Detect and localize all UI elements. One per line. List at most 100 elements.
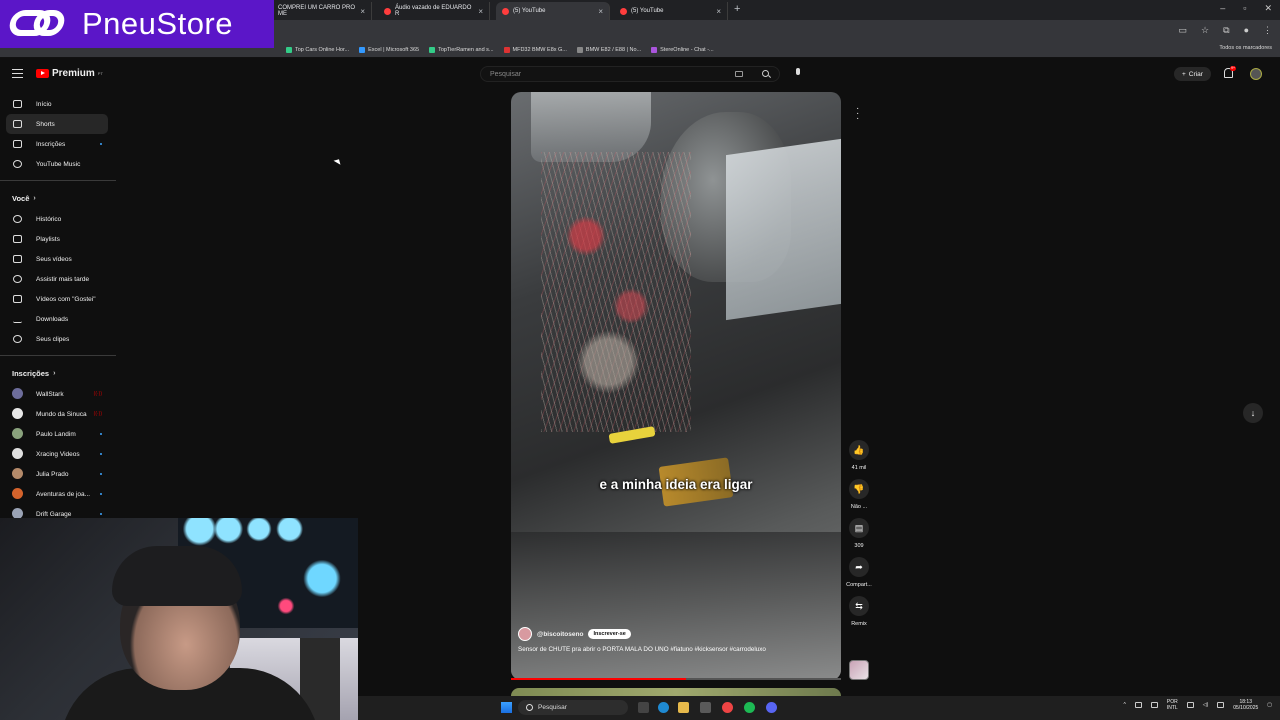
sidebar-section-voce[interactable]: Você › xyxy=(0,187,116,209)
subscription-channel[interactable]: Mundo da Sinuca ((·)) xyxy=(0,404,116,424)
keyboard-icon[interactable] xyxy=(735,71,743,77)
remix-icon[interactable]: ⇆ xyxy=(849,596,869,616)
install-app-icon[interactable]: ▭ xyxy=(1179,25,1188,36)
more-options-icon[interactable]: · · · xyxy=(856,104,862,124)
channel-avatar[interactable] xyxy=(518,627,532,641)
subscription-channel[interactable]: Julia Prado xyxy=(0,464,116,484)
channel-avatar xyxy=(12,388,23,399)
shorts-video-player[interactable] xyxy=(511,92,841,680)
volume-icon[interactable]: ◁) xyxy=(1203,702,1209,708)
subscription-channel[interactable]: Xracing Videos xyxy=(0,444,116,464)
chrome-icon[interactable] xyxy=(722,702,733,713)
store-icon[interactable] xyxy=(700,702,711,713)
video-progress-bar[interactable] xyxy=(511,678,841,680)
channel-handle[interactable]: @biscoitoseno xyxy=(537,631,583,638)
clock[interactable]: 18:13 05/10/2025 xyxy=(1233,699,1258,711)
sidebar-item-inicio[interactable]: Início xyxy=(0,94,116,114)
like-icon xyxy=(13,295,22,303)
youtube-header: Premium PT Pesquisar + Criar 9+ xyxy=(0,60,1280,90)
sidebar-item-videos-gostei[interactable]: Vídeos com "Gostei" xyxy=(0,289,116,309)
tab-title: (5) YouTube xyxy=(513,8,546,14)
edge-icon[interactable] xyxy=(658,702,669,713)
keyboard-language[interactable]: POR INTL xyxy=(1167,699,1178,711)
subscription-channel[interactable]: Aventuras de joa... xyxy=(0,484,116,504)
video-caption: e a minha ideia era ligar xyxy=(599,477,753,492)
close-tab-icon[interactable]: × xyxy=(478,7,483,16)
bookmark-item[interactable]: BMW E82 / E88 | No... xyxy=(576,46,641,53)
system-tray: ^ POR INTL ◁) 18:13 05/10/2025 ▢ xyxy=(1124,699,1272,711)
sidebar-item-playlists[interactable]: Playlists xyxy=(0,229,116,249)
extensions-icon[interactable]: ⧉ xyxy=(1223,25,1229,36)
tab-title: (5) YouTube xyxy=(631,8,664,14)
search-placeholder: Pesquisar xyxy=(490,70,522,78)
sidebar-item-downloads[interactable]: Downloads xyxy=(0,309,116,329)
youtube-logo[interactable]: Premium PT xyxy=(36,68,103,79)
close-tab-icon[interactable]: × xyxy=(716,7,721,16)
browser-tab[interactable]: COMPREI UM CARRO PRO ME × xyxy=(272,2,372,20)
close-tab-icon[interactable]: × xyxy=(360,7,365,16)
sidebar-item-seus-videos[interactable]: Seus vídeos xyxy=(0,249,116,269)
close-window-icon[interactable]: ✕ xyxy=(1264,3,1272,14)
dislike-label: Não ... xyxy=(850,504,868,510)
next-short-arrow-icon[interactable]: ↓ xyxy=(1243,403,1263,423)
network-icon[interactable] xyxy=(1186,702,1194,708)
hamburger-menu-icon[interactable] xyxy=(12,69,23,78)
cloud-icon[interactable] xyxy=(1150,702,1158,708)
search-input[interactable]: Pesquisar xyxy=(480,66,780,82)
task-view-icon[interactable] xyxy=(638,702,649,713)
share-icon[interactable]: ➦ xyxy=(849,557,869,577)
youtube-favicon-icon xyxy=(502,7,509,15)
bookmark-item[interactable]: TopTierRamen and s... xyxy=(429,46,494,53)
bookmark-star-icon[interactable]: ☆ xyxy=(1201,25,1209,36)
sidebar-item-assistir-mais-tarde[interactable]: Assistir mais tarde xyxy=(0,269,116,289)
chevron-up-icon[interactable]: ^ xyxy=(1124,702,1126,708)
sidebar-item-historico[interactable]: Histórico xyxy=(0,209,116,229)
bookmark-item[interactable]: Top Cars Online Hor... xyxy=(286,46,349,53)
spotify-icon[interactable] xyxy=(744,702,755,713)
comment-icon[interactable]: ▤ xyxy=(849,518,869,538)
tab-title: COMPREI UM CARRO PRO ME xyxy=(278,5,356,17)
subscription-channel[interactable]: Paulo Landim xyxy=(0,424,116,444)
discord-icon[interactable] xyxy=(766,702,777,713)
sidebar-item-seus-clipes[interactable]: Seus clipes xyxy=(0,329,116,349)
bookmark-item[interactable]: Excel | Microsoft 365 xyxy=(359,46,419,53)
file-explorer-icon[interactable] xyxy=(678,702,689,713)
notification-center-icon[interactable]: ▢ xyxy=(1267,702,1272,708)
windows-start-icon[interactable] xyxy=(501,702,512,713)
search-icon[interactable] xyxy=(762,70,769,77)
profile-icon[interactable]: ● xyxy=(1244,25,1249,36)
tab-title: Áudio vazado de EDUARDO R xyxy=(395,5,472,17)
browser-tab-active[interactable]: (5) YouTube × xyxy=(496,2,610,20)
close-tab-icon[interactable]: × xyxy=(598,7,603,16)
subscribe-button[interactable]: Inscrever-se xyxy=(588,629,631,639)
microphone-icon[interactable] xyxy=(794,68,802,80)
channel-avatar xyxy=(12,408,23,419)
create-button[interactable]: + Criar xyxy=(1174,67,1211,81)
mouse-cursor-icon xyxy=(333,157,343,165)
minimize-icon[interactable]: – xyxy=(1220,3,1225,14)
sidebar-item-inscricoes[interactable]: Inscrições xyxy=(0,134,116,154)
maximize-icon[interactable]: ▫ xyxy=(1243,3,1246,14)
subscription-channel[interactable]: WallStark ((·)) xyxy=(0,384,116,404)
channel-avatar xyxy=(12,468,23,479)
browser-tab[interactable]: (5) YouTube × xyxy=(614,2,728,20)
bookmark-item[interactable]: StereOnline - Chat -... xyxy=(651,46,714,53)
sidebar-item-shorts[interactable]: Shorts xyxy=(6,114,108,134)
sound-thumbnail[interactable] xyxy=(849,660,869,680)
like-icon[interactable]: 👍 xyxy=(849,440,869,460)
taskbar-search[interactable]: Pesquisar xyxy=(518,700,628,715)
browser-menu-icon[interactable]: ⋮ xyxy=(1263,25,1272,36)
sidebar: Início Shorts Inscrições YouTube Music V… xyxy=(0,94,116,524)
dislike-icon[interactable]: 👎 xyxy=(849,479,869,499)
browser-tab[interactable]: Áudio vazado de EDUARDO R × xyxy=(378,2,490,20)
account-avatar[interactable] xyxy=(1250,68,1262,80)
short-description: Sensor de CHUTE pra abrir o PORTA MALA D… xyxy=(518,646,766,653)
bookmark-item[interactable]: MFD32 BMW E8x G... xyxy=(503,46,567,53)
remix-label: Remix xyxy=(851,621,867,627)
sidebar-section-inscricoes[interactable]: Inscrições › xyxy=(0,362,116,384)
new-tab-icon[interactable]: + xyxy=(734,3,740,15)
microphone-tray-icon[interactable] xyxy=(1134,702,1142,708)
sidebar-item-youtube-music[interactable]: YouTube Music xyxy=(0,154,116,174)
battery-icon[interactable] xyxy=(1217,702,1225,708)
all-bookmarks-link[interactable]: Todos os marcadores xyxy=(1219,45,1272,51)
